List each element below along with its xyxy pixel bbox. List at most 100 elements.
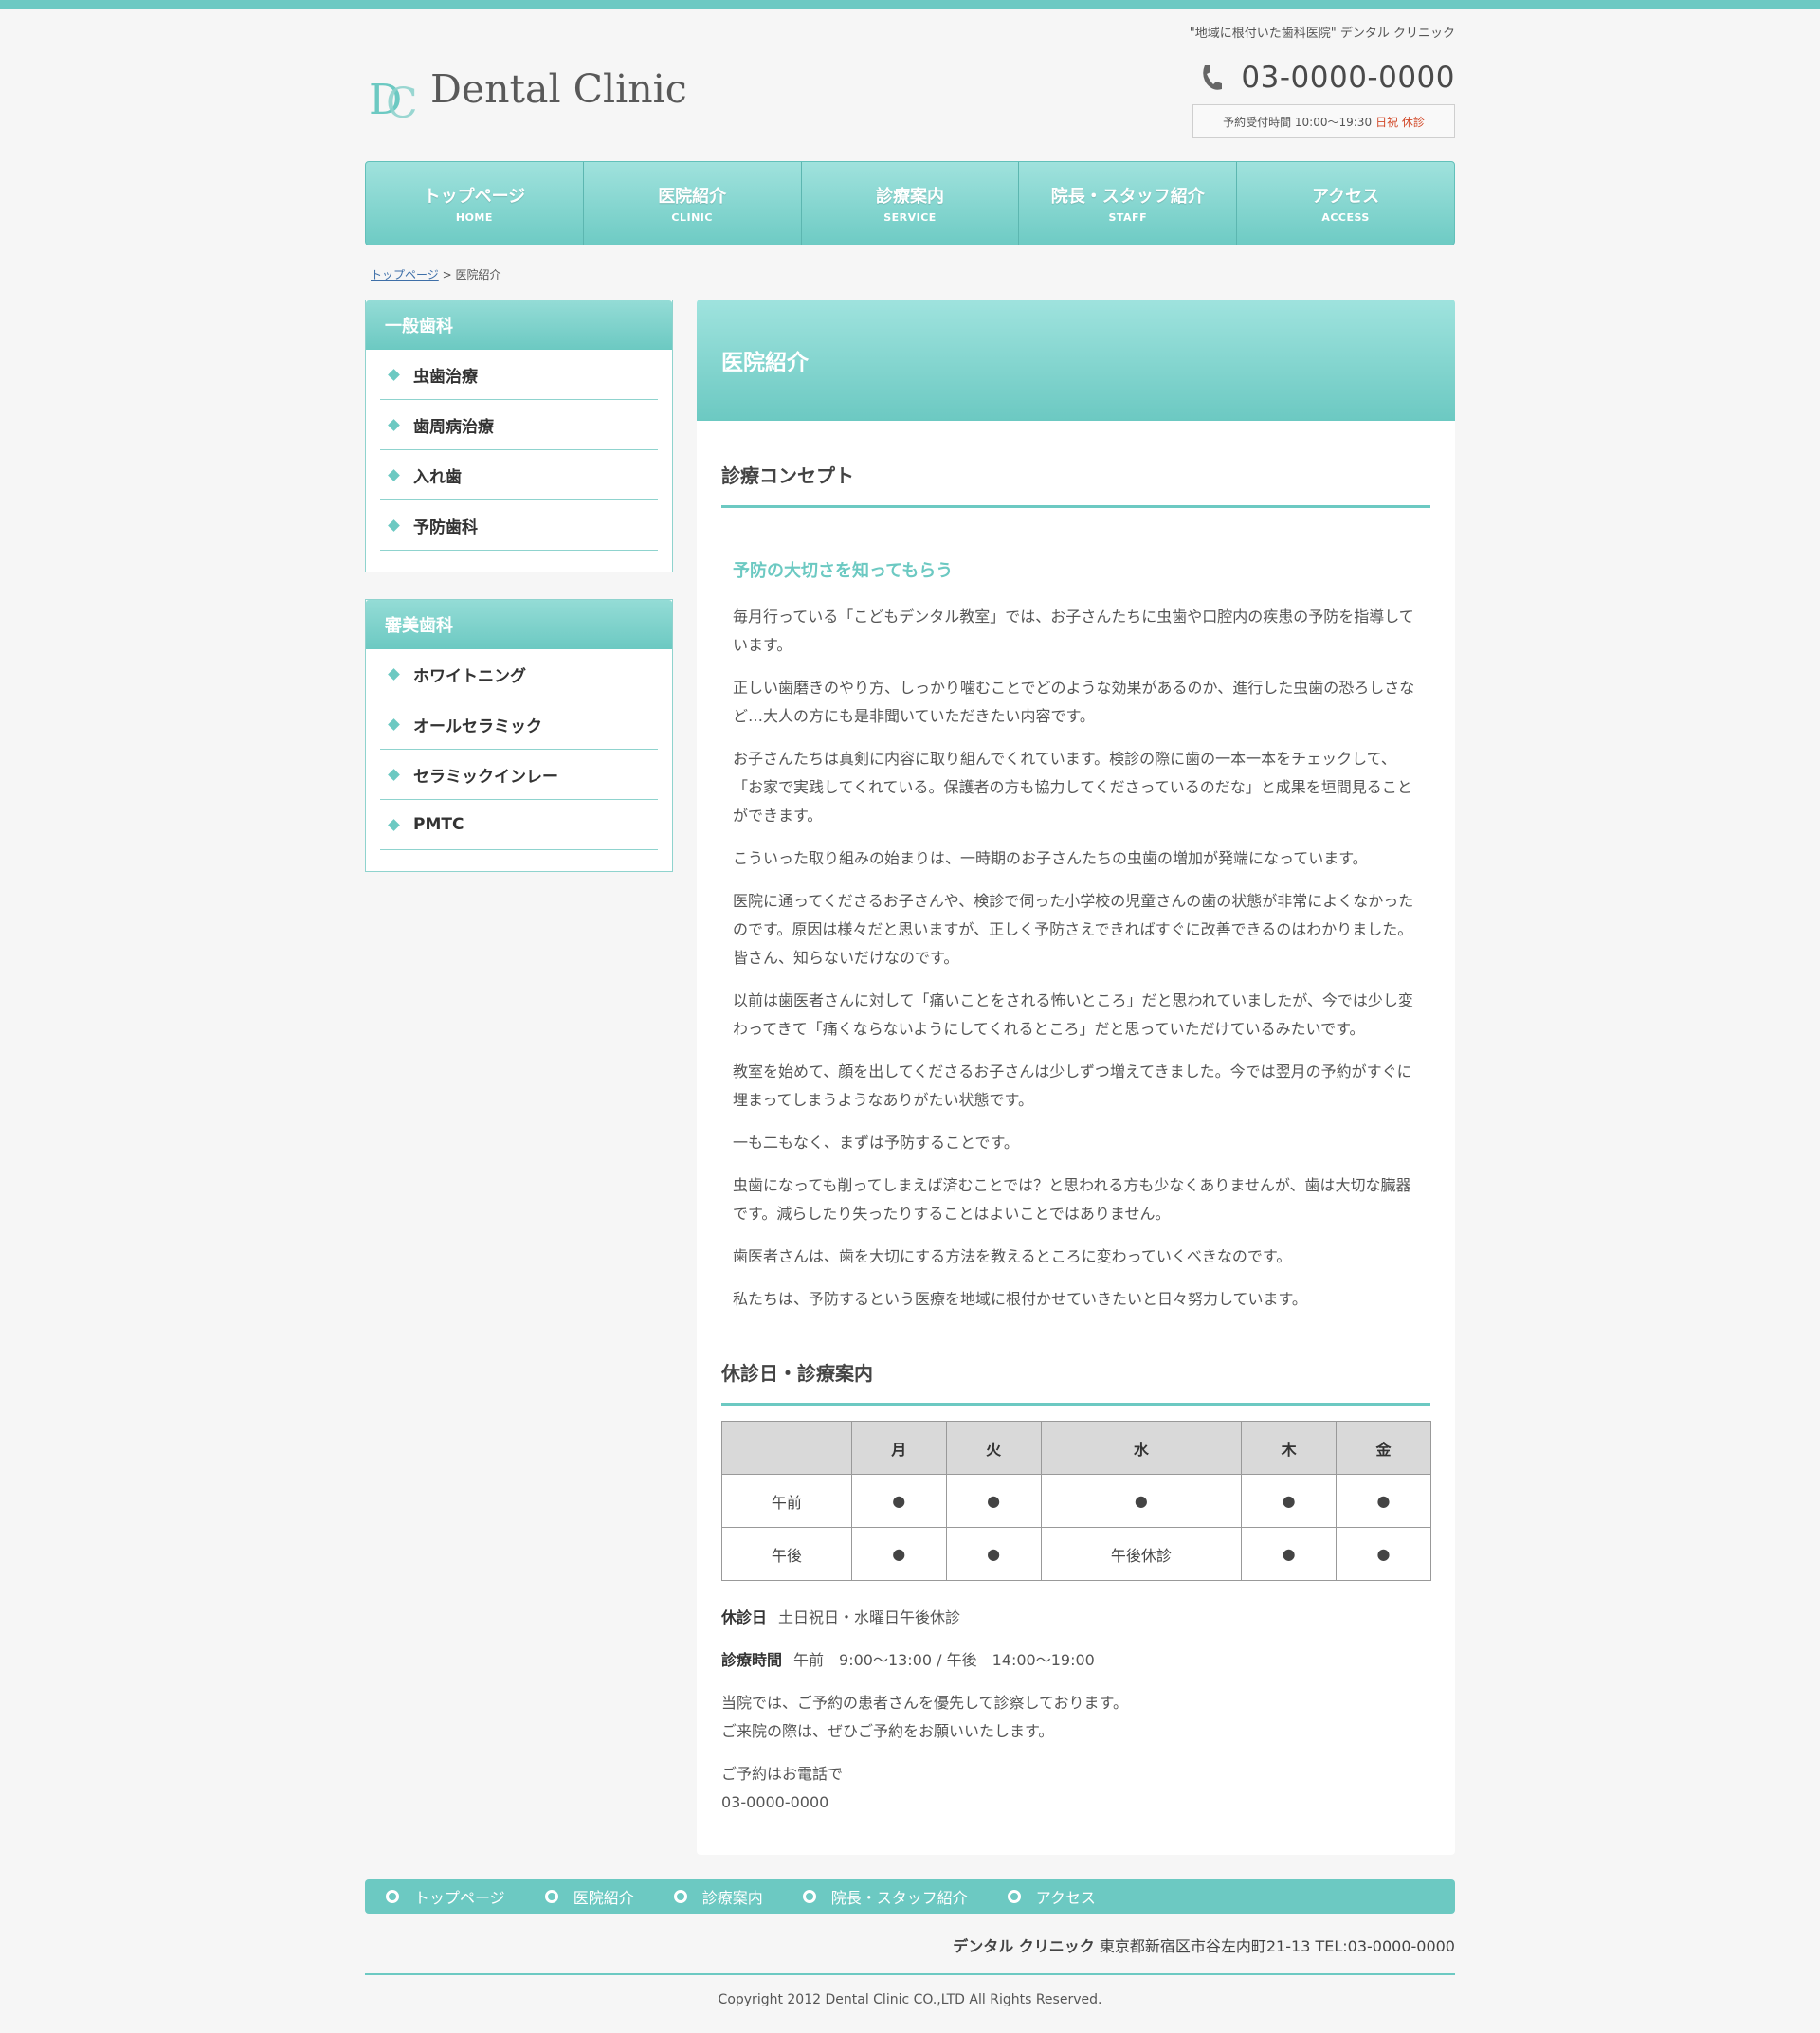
breadcrumb-home-link[interactable]: トップページ	[371, 268, 439, 281]
diamond-bullet-icon	[388, 818, 400, 831]
table-cell: ●	[1040, 1474, 1243, 1528]
sidebar-item-label: ホワイトニング	[413, 666, 526, 686]
circle-bullet-icon	[802, 1890, 816, 1903]
sidebar-item-label: 入れ歯	[413, 467, 462, 487]
paragraph: 正しい歯磨きのやり方、しっかり噛むことでどのような効果があるのか、進行した虫歯の…	[733, 679, 1415, 725]
nav-sublabel: SERVICE	[883, 211, 937, 224]
nav-item-service[interactable]: 診療案内 SERVICE	[802, 162, 1020, 245]
footer-divider	[365, 1973, 1455, 1975]
footer-link-clinic[interactable]: 医院紹介	[544, 1885, 634, 1908]
paragraph: お子さんたちは真剣に内容に取り組んでくれています。検診の際に歯の一本一本をチェッ…	[733, 750, 1412, 825]
footer-address-text: 東京都新宿区市谷左内町21-13 TEL:03-0000-0000	[1099, 1937, 1455, 1955]
sidebar-item-preventive[interactable]: 予防歯科	[380, 500, 658, 551]
table-cell: 午後休診	[1040, 1527, 1243, 1581]
nav-item-access[interactable]: アクセス ACCESS	[1237, 162, 1454, 245]
paragraph: 医院に通ってくださるお子さんや、検診で伺った小学校の児童さんの歯の状態が非常によ…	[733, 892, 1414, 967]
nav-sublabel: CLINIC	[671, 211, 713, 224]
logo-text: Dental Clinic	[430, 66, 687, 112]
table-cell: ●	[1241, 1527, 1338, 1581]
sidebar-heading: 審美歯科	[366, 600, 672, 649]
table-header-cell: 火	[945, 1421, 1042, 1475]
diamond-bullet-icon	[388, 468, 400, 481]
table-cell: ●	[945, 1527, 1042, 1581]
sidebar-item-periodontal[interactable]: 歯周病治療	[380, 400, 658, 450]
paragraph: 私たちは、予防するという医療を地域に根付かせていきたいと日々努力しています。	[733, 1290, 1307, 1308]
paragraph: 以前は歯医者さんに対して「痛いことをされる怖いところ」だと思われていましたが、今…	[733, 991, 1413, 1038]
footer-link-service[interactable]: 診療案内	[673, 1885, 763, 1908]
global-nav: トップページ HOME 医院紹介 CLINIC 診療案内 SERVICE 院長・…	[365, 161, 1455, 245]
nav-label: アクセス	[1312, 187, 1380, 207]
closed-days-info: 休診日 土日祝日・水曜日午後休診	[721, 1604, 1430, 1632]
sidebar-item-label: PMTC	[413, 815, 464, 834]
diamond-bullet-icon	[388, 518, 400, 532]
concept-subheading: 予防の大切さを知ってもらう	[733, 561, 954, 581]
footer-nav: トップページ 医院紹介 診療案内 院長・スタッフ紹介 アクセス	[365, 1879, 1455, 1914]
reserve-phone-number[interactable]: 03-0000-0000	[721, 1788, 1430, 1817]
page-wrapper: "地域に根付いた歯科医院" デンタル クリニック D C Dental Clin…	[365, 0, 1455, 2033]
phone-number[interactable]: 03-0000-0000	[1241, 61, 1455, 95]
circle-bullet-icon	[1007, 1890, 1021, 1903]
circle-bullet-icon	[386, 1890, 399, 1903]
footer-link-home[interactable]: トップページ	[386, 1885, 505, 1908]
breadcrumb-separator: >	[438, 268, 456, 281]
table-header-cell: 水	[1040, 1421, 1243, 1475]
reception-hours: 予約受付時間 10:00〜19:30	[1223, 115, 1373, 129]
sidebar-item-all-ceramic[interactable]: オールセラミック	[380, 699, 658, 750]
sidebar-general-dentistry: 一般歯科 虫歯治療 歯周病治療 入れ歯 予防歯科	[365, 300, 673, 572]
sidebar-item-ceramic-inlay[interactable]: セラミックインレー	[380, 750, 658, 800]
footer-address: デンタル クリニック 東京都新宿区市谷左内町21-13 TEL:03-0000-…	[953, 1933, 1455, 1956]
paragraph: 歯医者さんは、歯を大切にする方法を教えるところに変わっていくべきなのです。	[733, 1247, 1292, 1265]
copyright: Copyright 2012 Dental Clinic CO.,LTD All…	[718, 1992, 1102, 2007]
svg-text:C: C	[386, 80, 418, 123]
sidebar-item-pmtc[interactable]: PMTC	[380, 800, 658, 850]
footer-link-label: 医院紹介	[573, 1889, 634, 1907]
site-tagline: "地域に根付いた歯科医院" デンタル クリニック	[1189, 27, 1455, 41]
footer-clinic-name: デンタル クリニック	[953, 1937, 1095, 1955]
sidebar-cosmetic-dentistry: 審美歯科 ホワイトニング オールセラミック セラミックインレー PMTC	[365, 599, 673, 872]
nav-label: 院長・スタッフ紹介	[1050, 187, 1205, 207]
footer-link-label: トップページ	[414, 1889, 505, 1907]
sidebar-item-whitening[interactable]: ホワイトニング	[380, 649, 658, 699]
nav-item-home[interactable]: トップページ HOME	[366, 162, 584, 245]
dc-logo-icon: D C	[369, 76, 418, 123]
table-cell: ●	[850, 1527, 947, 1581]
office-hours-label: 診療時間	[721, 1651, 783, 1669]
nav-item-staff[interactable]: 院長・スタッフ紹介 STAFF	[1019, 162, 1238, 245]
sidebar-item-label: 虫歯治療	[413, 367, 478, 387]
table-header-cell: 月	[850, 1421, 947, 1475]
footer-link-staff[interactable]: 院長・スタッフ紹介	[802, 1885, 968, 1908]
phone-block: 03-0000-0000	[1199, 59, 1455, 97]
reservation-note: 当院では、ご予約の患者さんを優先して診察しております。 ご来院の際は、ぜひご予約…	[721, 1689, 1430, 1746]
table-cell: ●	[945, 1474, 1042, 1528]
table-cell: 午前	[721, 1474, 852, 1528]
site-logo[interactable]: D C Dental Clinic	[367, 66, 689, 123]
sidebar-item-label: オールセラミック	[413, 717, 542, 736]
reception-hours-box: 予約受付時間 10:00〜19:30 日祝 休診	[1192, 104, 1455, 138]
closed-days-value: 土日祝日・水曜日午後休診	[778, 1608, 961, 1626]
paragraph: 毎月行っている「こどもデンタル教室」では、お子さんたちに虫歯や口腔内の疾患の予防…	[733, 608, 1414, 654]
table-cell: 午後	[721, 1527, 852, 1581]
diamond-bullet-icon	[388, 418, 400, 431]
page-title: 医院紹介	[697, 300, 1455, 421]
section-heading-schedule: 休診日・診療案内	[721, 1358, 1430, 1406]
circle-bullet-icon	[544, 1890, 558, 1903]
sidebar-item-cavity[interactable]: 虫歯治療	[380, 350, 658, 400]
sidebar-item-label: 歯周病治療	[413, 417, 494, 437]
nav-sublabel: STAFF	[1108, 211, 1148, 224]
section-heading-concept: 診療コンセプト	[721, 461, 1430, 508]
main-content: 医院紹介 診療コンセプト 予防の大切さを知ってもらう 毎月行っている「こどもデン…	[697, 300, 1455, 1855]
table-cell: ●	[1241, 1474, 1338, 1528]
diamond-bullet-icon	[388, 717, 400, 731]
note-line: 当院では、ご予約の患者さんを優先して診察しております。	[721, 1694, 1128, 1712]
circle-bullet-icon	[673, 1890, 687, 1903]
nav-label: 医院紹介	[658, 187, 727, 207]
footer-link-label: 診療案内	[701, 1889, 763, 1907]
table-row: 午後 ● ● 午後休診 ● ●	[721, 1527, 1431, 1581]
closed-days-label: 休診日	[721, 1608, 768, 1626]
table-row: 午前 ● ● ● ● ●	[721, 1474, 1431, 1528]
paragraph: 一も二もなく、まずは予防することです。	[733, 1134, 1019, 1152]
nav-label: トップページ	[423, 187, 526, 207]
footer-link-access[interactable]: アクセス	[1007, 1885, 1096, 1908]
nav-item-clinic[interactable]: 医院紹介 CLINIC	[584, 162, 802, 245]
sidebar-item-denture[interactable]: 入れ歯	[380, 450, 658, 500]
